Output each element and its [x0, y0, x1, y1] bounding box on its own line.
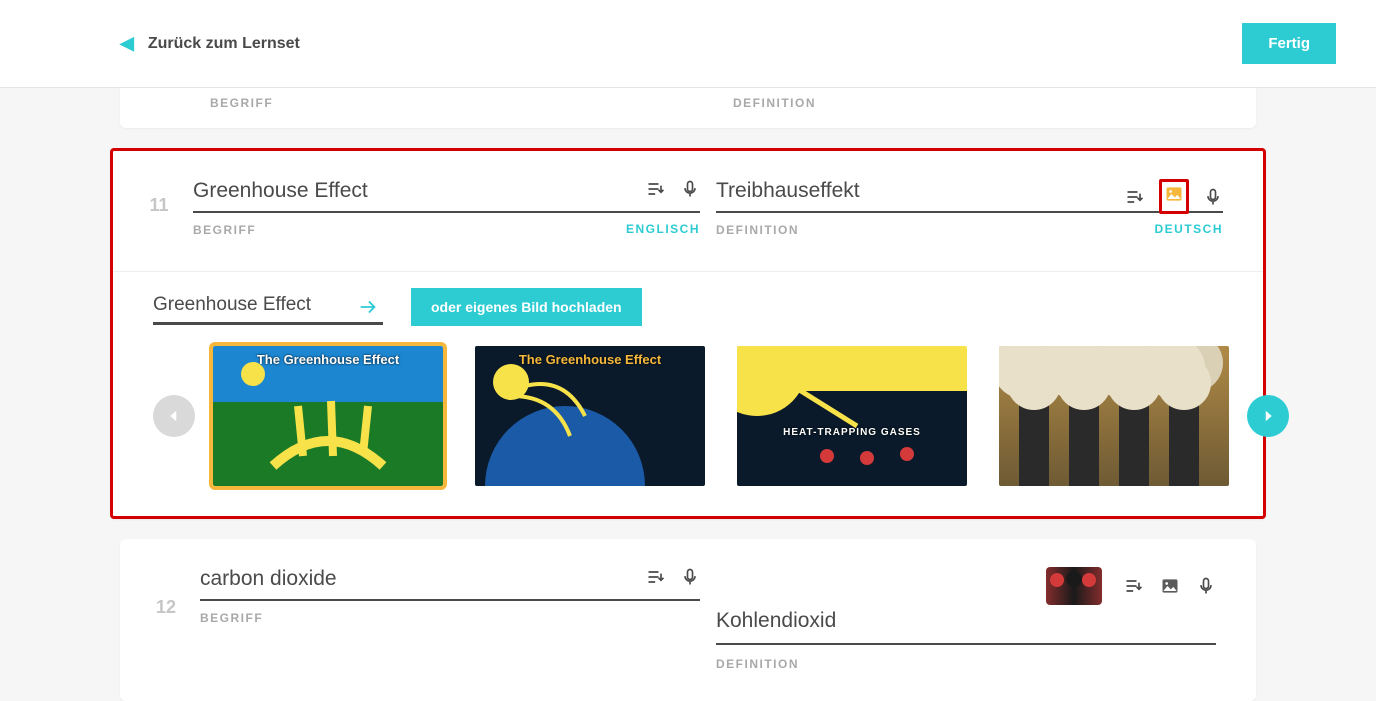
image-icon[interactable]	[1164, 184, 1184, 204]
image-search-input[interactable]	[153, 290, 383, 325]
card-number: 12	[148, 567, 184, 671]
back-to-set-link[interactable]: ◀ Zurück zum Lernset	[120, 33, 300, 54]
term-label: BEGRIFF	[200, 609, 263, 625]
term-input[interactable]: Greenhouse Effect	[193, 179, 700, 213]
back-arrow-icon: ◀	[120, 33, 134, 54]
definition-label: DEFINITION	[716, 221, 799, 237]
prev-card-footer: BEGRIFF DEFINITION	[120, 88, 1256, 128]
image-result-3[interactable]: HEAT-TRAPPING GASES	[737, 346, 967, 486]
options-icon[interactable]	[646, 179, 666, 199]
image-results: The Greenhouse Effect The Greenhouse Eff…	[213, 346, 1229, 486]
mic-icon[interactable]	[1203, 187, 1223, 207]
image-search-panel: oder eigenes Bild hochladen The Greenhou…	[113, 271, 1263, 516]
term-language[interactable]: ENGLISCH	[626, 222, 700, 236]
add-image-highlight	[1159, 179, 1189, 214]
topbar: ◀ Zurück zum Lernset Fertig	[0, 0, 1376, 88]
card-12: 12 carbon dioxide BEGRIFF Kohlend	[120, 539, 1256, 701]
options-icon[interactable]	[1124, 576, 1144, 596]
back-label: Zurück zum Lernset	[148, 35, 300, 53]
definition-input[interactable]: Kohlendioxid	[716, 609, 1216, 645]
definition-label: DEFINITION	[733, 94, 1216, 110]
mic-icon[interactable]	[680, 567, 700, 587]
image-result-1[interactable]: The Greenhouse Effect	[213, 346, 443, 486]
content: BEGRIFF DEFINITION 11 Greenhouse Effect …	[0, 88, 1376, 701]
mic-icon[interactable]	[680, 179, 700, 199]
carousel-next-button[interactable]	[1247, 395, 1289, 437]
definition-language[interactable]: DEUTSCH	[1154, 222, 1223, 236]
image-result-4[interactable]	[999, 346, 1229, 486]
term-label: BEGRIFF	[193, 221, 256, 237]
card-number: 11	[141, 179, 177, 237]
term-label: BEGRIFF	[210, 94, 693, 110]
carousel-prev-button[interactable]	[153, 395, 195, 437]
done-button[interactable]: Fertig	[1242, 23, 1336, 64]
search-submit-icon[interactable]	[357, 296, 379, 323]
options-icon[interactable]	[1125, 187, 1145, 207]
image-icon[interactable]	[1160, 576, 1180, 596]
mic-icon[interactable]	[1196, 576, 1216, 596]
upload-own-image-button[interactable]: oder eigenes Bild hochladen	[411, 288, 642, 326]
image-result-2[interactable]: The Greenhouse Effect	[475, 346, 705, 486]
attached-image-thumb[interactable]	[1046, 567, 1102, 605]
definition-label: DEFINITION	[716, 655, 799, 671]
options-icon[interactable]	[646, 567, 666, 587]
term-input[interactable]: carbon dioxide	[200, 567, 700, 601]
card-11: 11 Greenhouse Effect BEGRIFF ENGLISCH Tr…	[110, 148, 1266, 519]
